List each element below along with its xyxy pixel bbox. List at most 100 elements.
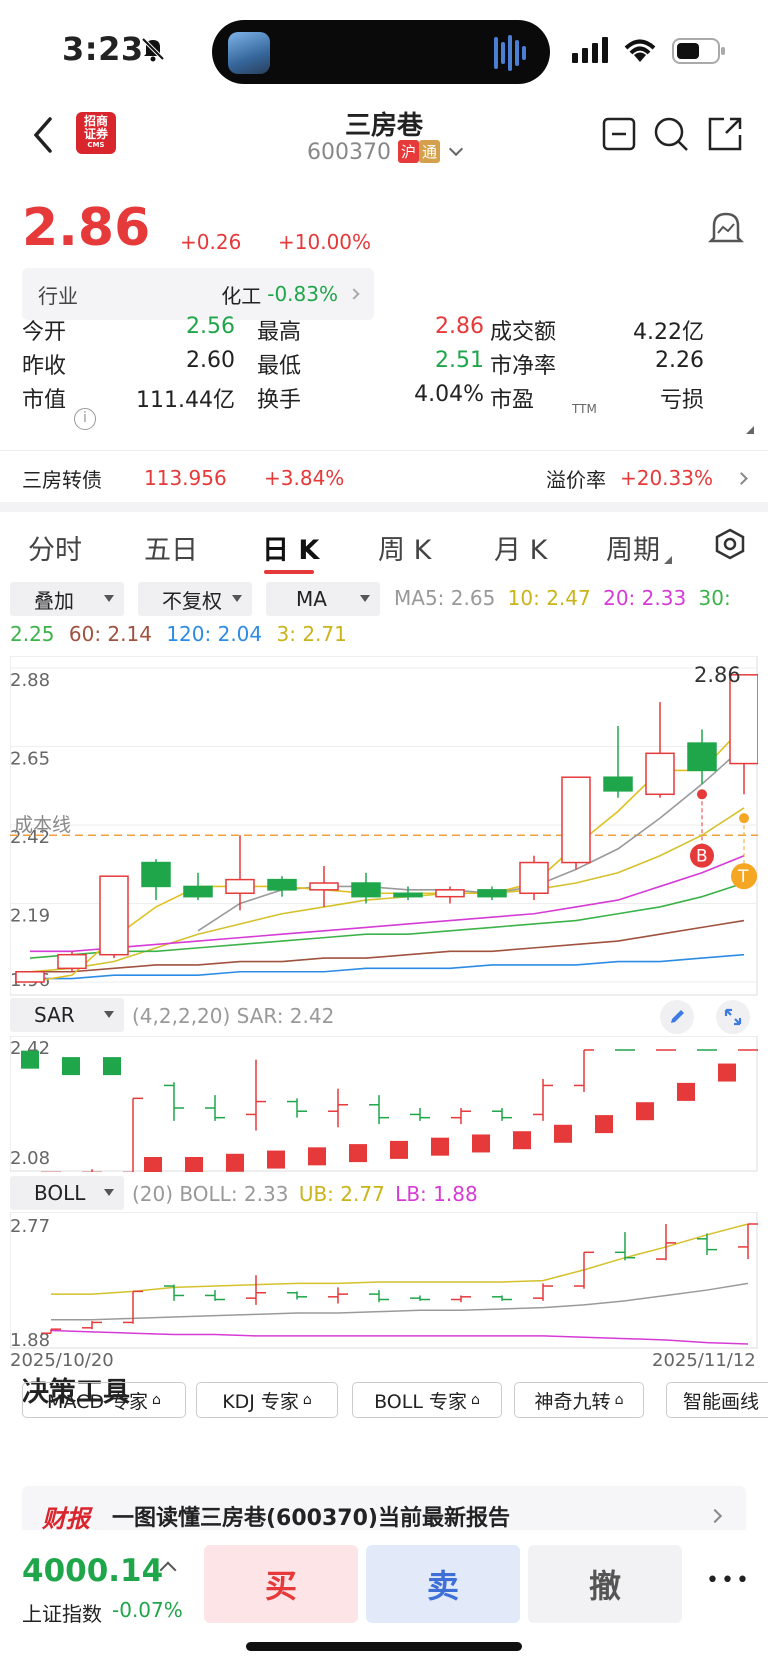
sar-dot [431,1137,449,1156]
caret-down-icon [104,1011,114,1018]
divider [0,450,768,451]
home-indicator [246,1642,522,1651]
x-axis-end-date: 2025/11/12 [652,1350,756,1371]
tab-2[interactable]: 日 K [262,528,319,567]
sell-button[interactable]: 卖 [366,1545,520,1623]
caret-down-icon [104,1189,114,1196]
ma-legend-line1: MA5: 2.65 10: 2.47 20: 2.33 30: [394,586,731,610]
sar-dot [677,1082,695,1101]
index-name: 上证指数 [22,1602,102,1626]
sar-chart[interactable]: 2.422.08 [10,1036,758,1172]
corner-triangle-icon [664,556,672,564]
tab-0[interactable]: 分时 [28,528,82,567]
candle-body [225,878,255,895]
decision-tool-label: 智能画线 [682,1390,759,1413]
price-alert-icon[interactable] [706,208,746,252]
battery-icon [672,38,726,68]
index-value[interactable]: 4000.14 [22,1553,163,1589]
candle-body [141,861,171,888]
decision-tool-label: KDJ 专家 [222,1390,299,1413]
pe-ttm-superscript: TTM [572,402,597,416]
x-axis-start-date: 2025/10/20 [10,1350,114,1371]
sar-dot [226,1153,244,1172]
more-icon[interactable]: ••• [706,1568,751,1593]
adjust-select[interactable]: 不复权 [138,582,252,616]
audio-wave-bar [522,46,526,60]
share-icon[interactable] [706,115,744,157]
search-icon[interactable] [652,115,690,157]
sar-dot [62,1057,80,1076]
chart-settings-icon[interactable] [715,528,745,564]
audio-wave-bar [515,40,519,66]
tab-1[interactable]: 五日 [144,528,198,567]
lock-icon: ⌂ [152,1392,161,1408]
exchange-tag: 沪 [397,140,419,163]
sar-select-label: SAR [34,1003,75,1027]
lock-icon: ⌂ [614,1392,624,1408]
boll-chart[interactable]: 2.771.88 [10,1212,758,1350]
y-tick-label: 2.88 [10,670,50,691]
status-time: 3:23 [62,30,144,68]
indicator-select[interactable]: MA [266,582,380,616]
sar-select[interactable]: SAR [10,998,124,1032]
cancel-button[interactable]: 撤 [528,1545,682,1623]
decision-tool-button[interactable]: MACD 专家 ⌂ [22,1382,186,1418]
ma120-value: 120: 2.04 [166,622,263,646]
candle-body [309,882,339,891]
industry-row[interactable]: 行业 化工 -0.83% [22,268,374,320]
sar-dot [349,1144,367,1163]
y-tick-label: 2.08 [10,1148,50,1169]
decision-tool-button[interactable]: 智能画线 [666,1382,768,1418]
stat-value: 2.51 [435,348,484,373]
connect-tag: 通 [418,140,440,163]
chevron-right-icon [348,288,360,300]
sar-dot [103,1057,121,1076]
sar-legend: (4,2,2,20) SAR: 2.42 [132,1004,334,1028]
candle-body [477,889,507,898]
tab-4[interactable]: 月 K [494,528,547,567]
ma20-value: 20: 2.33 [603,586,687,610]
candle-body [729,674,758,765]
cellular-signal-icon [572,37,612,67]
sar-value: SAR: 2.42 [236,1004,335,1028]
info-icon[interactable]: i [74,408,96,430]
decision-tool-button[interactable]: 神奇九转 ⌂ [514,1382,644,1418]
decision-tool-button[interactable]: BOLL 专家 ⌂ [352,1382,502,1418]
caret-down-icon [104,595,114,602]
decision-tool-label: BOLL 专家 [374,1390,467,1413]
convertible-bond-row[interactable]: 三房转债 113.956 +3.84% 溢价率 +20.33% [0,454,768,502]
stat-value: 4.22亿 [633,320,704,345]
tab-active-underline [264,570,314,574]
sar-dot [636,1102,654,1121]
sar-dot [390,1140,408,1159]
industry-name: 化工 [221,283,262,308]
edit-pencil-icon[interactable] [660,1000,694,1034]
stock-code: 600370 [306,140,391,165]
decision-tool-button[interactable]: KDJ 专家 ⌂ [196,1382,338,1418]
caret-down-icon [360,595,370,602]
kline-chart[interactable]: 2.882.652.422.191.96成本线2.86BT [10,656,758,996]
remove-watchlist-icon[interactable] [602,117,636,155]
section-gap [0,502,768,512]
wifi-icon [622,36,658,68]
boll-select[interactable]: BOLL [10,1176,124,1210]
tab-3[interactable]: 周 K [378,528,431,567]
buy-button[interactable]: 买 [204,1545,358,1623]
lock-icon: ⌂ [302,1392,312,1408]
audio-wave-bar [508,35,512,71]
overlay-select-label: 叠加 [34,588,74,613]
overlay-select[interactable]: 叠加 [10,582,124,616]
tab-5[interactable]: 周期 [606,528,660,567]
expand-icon[interactable] [716,1000,750,1034]
candle-body [183,885,213,898]
ma-line-ma3 [29,725,745,983]
candle-body [15,971,45,983]
sar-dot [595,1115,613,1134]
sar-dot [554,1124,572,1143]
sar-dot [472,1134,490,1153]
ma-line-ma10 [29,807,745,973]
sar-dot [308,1147,326,1166]
boll-mid-value: BOLL: 2.33 [179,1182,289,1206]
candle-body [603,776,633,792]
target-marker-text: T [737,867,749,887]
